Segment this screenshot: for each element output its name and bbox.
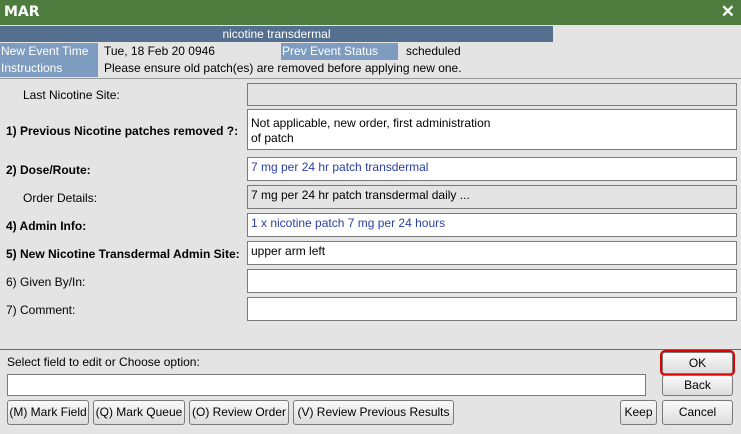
option-input[interactable] [7, 374, 646, 396]
given-by-field[interactable] [247, 269, 737, 293]
prev-removed-value-line2: of patch [251, 131, 294, 145]
given-by-label: 6) Given By/In: [6, 275, 86, 289]
window-title: MAR [4, 4, 40, 20]
keep-button[interactable]: Keep [620, 400, 657, 425]
comment-label: 7) Comment: [6, 303, 76, 317]
order-details-field: 7 mg per 24 hr patch transdermal daily .… [247, 185, 737, 209]
close-icon[interactable]: ✕ [721, 2, 735, 22]
order-name-header: nicotine transdermal [0, 26, 553, 42]
new-event-time-label: New Event Time [0, 43, 98, 60]
admin-site-field[interactable]: upper arm left [247, 241, 737, 265]
admin-info-label: 4) Admin Info: [6, 219, 87, 233]
new-event-time-value: Tue, 18 Feb 20 0946 [104, 44, 215, 58]
back-button[interactable]: Back [662, 375, 733, 396]
mark-queue-button[interactable]: (Q) Mark Queue [93, 400, 185, 425]
order-details-label: Order Details: [23, 191, 98, 205]
event-time-row: New Event Time Tue, 18 Feb 20 0946 Prev … [0, 43, 741, 60]
prev-removed-label: 1) Previous Nicotine patches removed ?: [6, 124, 239, 138]
cancel-button[interactable]: Cancel [662, 400, 733, 425]
admin-site-label: 5) New Nicotine Transdermal Admin Site: [6, 247, 240, 261]
prev-event-status-label: Prev Event Status [281, 43, 398, 60]
select-option-label: Select field to edit or Choose option: [7, 355, 200, 369]
prev-removed-field[interactable]: Not applicable, new order, first adminis… [247, 109, 737, 150]
admin-info-field[interactable]: 1 x nicotine patch 7 mg per 24 hours [247, 213, 737, 237]
instructions-label: Instructions [0, 60, 98, 77]
ok-button[interactable]: OK [660, 350, 735, 376]
dose-route-label: 2) Dose/Route: [6, 163, 91, 177]
instructions-value: Please ensure old patch(es) are removed … [104, 61, 462, 75]
prev-removed-value-line1: Not applicable, new order, first adminis… [251, 116, 491, 130]
last-site-field [247, 83, 737, 106]
dose-route-field[interactable]: 7 mg per 24 hr patch transdermal [247, 157, 737, 181]
last-site-label: Last Nicotine Site: [23, 88, 120, 102]
comment-field[interactable] [247, 297, 737, 321]
title-bar: MAR ✕ [0, 0, 741, 25]
review-previous-results-button[interactable]: (V) Review Previous Results [293, 400, 454, 425]
instructions-row: Instructions Please ensure old patch(es)… [0, 60, 741, 77]
review-order-button[interactable]: (O) Review Order [189, 400, 289, 425]
mark-field-button[interactable]: (M) Mark Field [7, 400, 89, 425]
prev-event-status-value: scheduled [406, 44, 461, 58]
